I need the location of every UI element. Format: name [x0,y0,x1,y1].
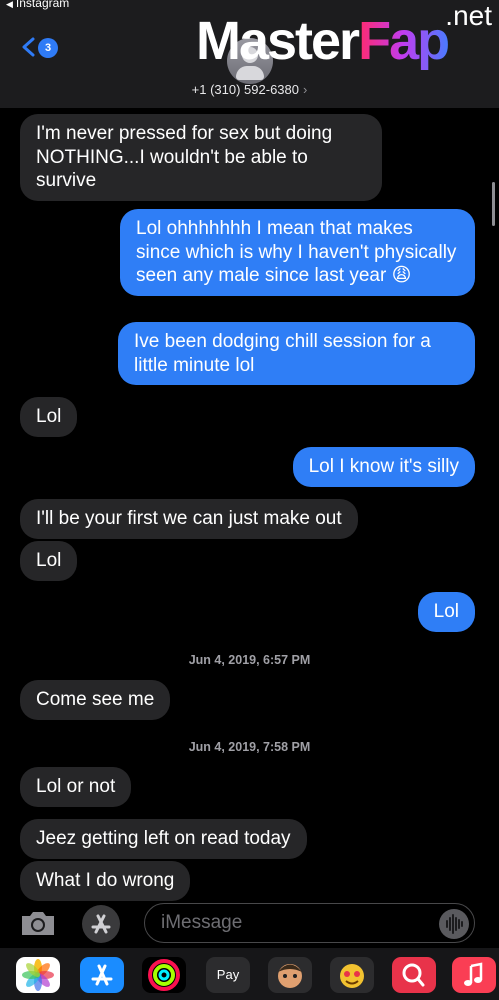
memoji-icon[interactable] [268,957,312,993]
app-store-icon [91,914,111,934]
message-bubble-incoming[interactable]: Lol [20,397,78,437]
chevron-left-icon[interactable] [18,36,40,58]
message-bubble-outgoing[interactable]: Lol ohhhhhhh I mean that makes since whi… [120,209,475,296]
apple-pay-icon[interactable]: Pay [206,957,250,993]
message-bubble-outgoing[interactable]: Lol I know it's silly [292,447,475,487]
chevron-right-icon: › [303,82,308,97]
message-input[interactable]: iMessage [144,903,475,943]
message-bubble-incoming[interactable]: Come see me [20,680,171,720]
message-bubble-incoming[interactable]: I'll be your first we can just make out [20,499,358,539]
apple-pay-label: Pay [216,967,240,982]
back-to-app-link[interactable]: ◀ Instagram [6,0,69,10]
contact-number: +1 (310) 592-6380 [191,82,299,97]
conversation-header: ◀ Instagram 3 +1 (310) 592-6380 › MasterFa… [0,0,499,108]
scroll-indicator[interactable] [492,182,495,226]
camera-icon[interactable] [18,907,58,939]
back-triangle-icon: ◀ [6,0,13,9]
web-search-icon[interactable] [392,957,436,993]
back-app-label: Instagram [15,0,70,10]
audio-record-button[interactable] [439,909,469,939]
message-bubble-outgoing[interactable]: Ive been dodging chill session for a lit… [118,322,475,385]
music-icon[interactable] [452,957,496,993]
message-bubble-outgoing[interactable]: Lol [417,592,475,632]
message-bubble-incoming[interactable]: Jeez getting left on read today [20,819,307,859]
audio-waveform-icon [446,914,463,934]
message-bubble-incoming[interactable]: Lol [20,541,78,581]
message-bubble-incoming[interactable]: Lol or not [20,767,132,807]
photos-icon[interactable] [16,957,60,993]
app-store-button[interactable] [82,905,120,943]
timestamp: Jun 4, 2019, 7:58 PM [188,740,311,754]
unread-badge: 3 [38,38,58,58]
watermark-domain: .net [445,0,492,31]
contact-name[interactable]: +1 (310) 592-6380 › [0,82,499,97]
watermark-logo: MasterFap .net [196,0,496,84]
timestamp: Jun 4, 2019, 6:57 PM [188,653,311,667]
activity-icon[interactable] [142,957,186,993]
animoji-icon[interactable] [330,957,374,993]
message-bubble-incoming[interactable]: What I do wrong [20,861,191,901]
message-bubble-incoming[interactable]: I'm never pressed for sex but doing NOTH… [20,114,382,201]
app-store-tray-icon[interactable] [80,957,124,993]
watermark-brand: MasterFap [196,11,450,71]
